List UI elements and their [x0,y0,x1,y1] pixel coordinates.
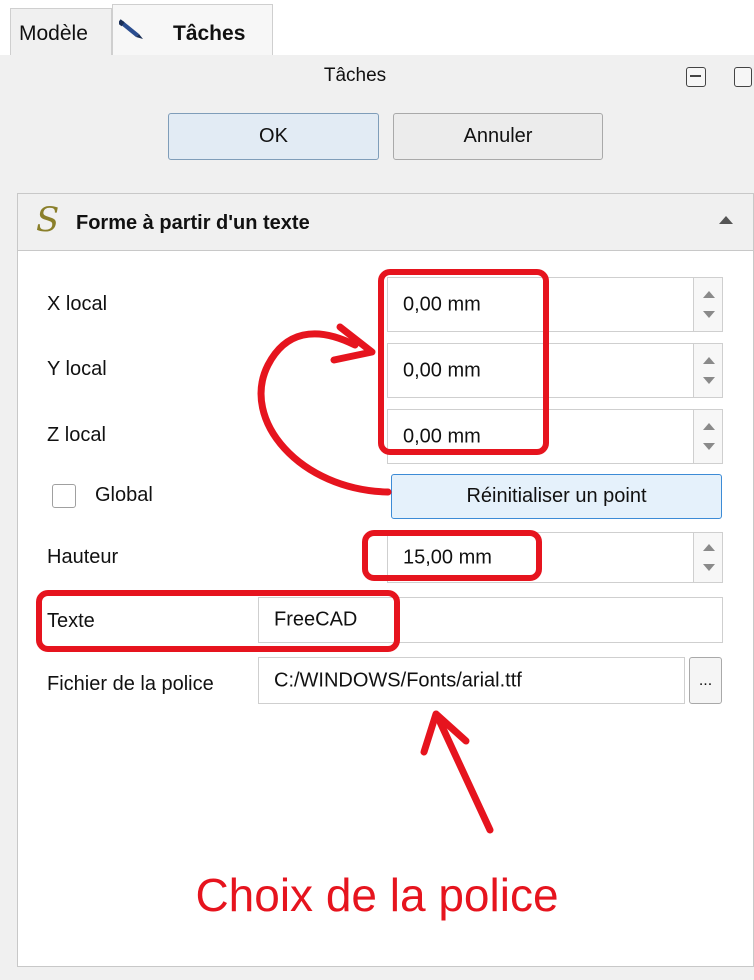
annotation-arrows [257,323,494,834]
curved-arrow [257,330,392,496]
annotation-caption: Choix de la police [195,869,559,921]
